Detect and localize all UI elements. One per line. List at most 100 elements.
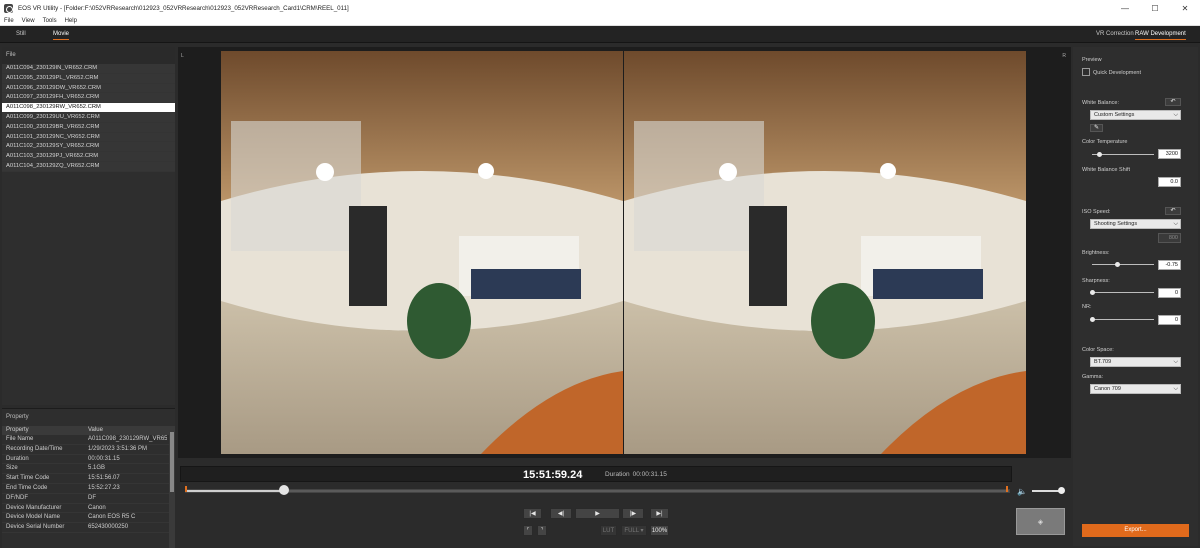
file-list-item[interactable]: A011C095_230129PL_VR652.CRM (2, 73, 175, 84)
white-balance-reset-icon[interactable]: ↶ (1165, 98, 1181, 106)
nr-handle[interactable] (1090, 317, 1095, 322)
file-list-item[interactable]: A011C100_230129BR_VR652.CRM (2, 122, 175, 133)
title-bar: EOS VR Utility - [Folder:F:\052VRResearc… (0, 0, 1200, 16)
lut-button[interactable]: LUT (600, 525, 617, 536)
sharpness-value[interactable]: 0 (1158, 288, 1181, 298)
property-row: Device Model Name Canon EOS R5 C (2, 513, 175, 524)
tab-still[interactable]: Still (16, 31, 26, 39)
iso-reset-icon[interactable]: ↶ (1165, 207, 1181, 215)
quick-development-checkbox[interactable] (1082, 68, 1090, 76)
color-temperature-value[interactable]: 3200 (1158, 149, 1181, 159)
vr-preview-button[interactable]: ◈ (1016, 508, 1065, 535)
nr-slider[interactable] (1092, 319, 1154, 320)
menu-view[interactable]: View (22, 18, 35, 24)
next-frame-button[interactable]: |▶ (622, 508, 644, 519)
right-eye-label: R (1062, 53, 1066, 59)
property-row: End Time Code 15:52:27.23 (2, 484, 175, 494)
vr-viewer[interactable]: L R (178, 47, 1071, 458)
seek-bar[interactable] (185, 489, 1010, 493)
tab-movie[interactable]: Movie (53, 31, 70, 40)
file-list-item[interactable]: A011C098_230129RW_VR652.CRM (2, 103, 175, 113)
property-value: 15:51:56.07 (88, 475, 120, 482)
duration-display: Duration 00:00:31.15 (605, 471, 667, 478)
preview-label: Preview (1082, 57, 1102, 63)
file-list-item[interactable]: A011C101_230129NC_VR652.CRM (2, 132, 175, 143)
menu-tools[interactable]: Tools (43, 18, 57, 24)
tab-raw-development[interactable]: RAW Development (1135, 31, 1186, 40)
file-list-item[interactable]: A011C102_230129SY_VR652.CRM (2, 142, 175, 153)
property-row: Recording Date/Time 1/29/2023 3:51:36 PM (2, 445, 175, 455)
chevron-down-icon: ⌵ (1173, 112, 1178, 118)
sharpness-slider[interactable] (1092, 292, 1154, 293)
out-point-marker[interactable] (1006, 486, 1008, 492)
property-key: Device Manufacturer (6, 504, 62, 511)
mode-tabs-bar: Still Movie VR Correction RAW Developmen… (0, 26, 1200, 43)
tab-vr-correction[interactable]: VR Correction (1096, 31, 1134, 39)
zoom-100-button[interactable]: 100% (650, 525, 669, 536)
white-balance-value: Custom Settings (1094, 112, 1135, 118)
file-panel-header: File (2, 47, 175, 64)
property-row: Size 5.1GB (2, 464, 175, 475)
iso-speed-select[interactable]: Shooting Settings ⌵ (1090, 219, 1181, 229)
seek-handle[interactable] (279, 485, 289, 495)
minimize-button[interactable]: — (1110, 0, 1140, 16)
brightness-handle[interactable] (1114, 262, 1120, 267)
color-temperature-handle[interactable] (1097, 152, 1103, 157)
property-row: Start Time Code 15:51:56.07 (2, 474, 175, 484)
volume-handle[interactable] (1057, 487, 1065, 494)
file-list-item[interactable]: A011C104_230129ZQ_VR652.CRM (2, 161, 175, 172)
go-to-last-frame-button[interactable]: ▶| (650, 508, 669, 519)
file-list-item[interactable]: A011C099_230129UU_VR652.CRM (2, 112, 175, 123)
nr-label: NR: (1082, 304, 1092, 310)
property-row: Duration 00:00:31.15 (2, 455, 175, 465)
chevron-down-icon: ⌵ (1173, 359, 1178, 365)
file-list-item[interactable]: A011C097_230129FH_VR652.CRM (2, 93, 175, 104)
color-space-select[interactable]: BT.709 ⌵ (1090, 357, 1181, 367)
white-balance-shift-label: White Balance Shift (1082, 167, 1130, 173)
property-row: Device Manufacturer Canon (2, 504, 175, 514)
property-value: 652430000250 (88, 524, 129, 531)
sharpness-label: Sharpness: (1082, 278, 1110, 284)
nr-value[interactable]: 0 (1158, 315, 1181, 325)
gamma-select[interactable]: Canon 709 ⌵ (1090, 384, 1181, 394)
file-list-item[interactable]: A011C096_230129DW_VR652.CRM (2, 83, 175, 94)
current-timecode: 15:51:59.24 (523, 469, 583, 481)
property-scrollbar[interactable] (169, 428, 175, 548)
seek-bar-played (186, 490, 285, 492)
play-button[interactable]: ▶ (575, 508, 620, 519)
maximize-button[interactable]: ☐ (1140, 0, 1170, 16)
brightness-slider[interactable] (1092, 264, 1154, 265)
eyedropper-icon[interactable]: ✎ (1090, 124, 1103, 132)
property-row: File Name A011C098_230129RW_VR652.C... (2, 435, 175, 445)
brightness-value[interactable]: -0.75 (1158, 260, 1181, 270)
full-resolution-dropdown[interactable]: FULL ▾ (621, 525, 647, 536)
property-col-header[interactable]: Property (2, 426, 84, 435)
white-balance-shift-value[interactable]: 0.0 (1158, 177, 1181, 187)
mark-in-button[interactable]: ⌜ (523, 525, 533, 536)
close-button[interactable]: ✕ (1170, 0, 1200, 16)
property-table: File Name A011C098_230129RW_VR652.C... Rec… (2, 435, 175, 533)
menu-file[interactable]: File (4, 18, 14, 24)
file-list-item[interactable]: A011C094_230129IN_VR652.CRM (2, 64, 175, 74)
window-title: EOS VR Utility - [Folder:F:\052VRResearc… (18, 4, 349, 12)
white-balance-select[interactable]: Custom Settings ⌵ (1090, 110, 1181, 120)
menu-bar: File View Tools Help (0, 16, 1200, 26)
mark-out-button[interactable]: ⌝ (537, 525, 547, 536)
previous-frame-button[interactable]: ◀| (550, 508, 572, 519)
gamma-label: Gamma: (1082, 374, 1104, 380)
duration-value: 00:00:31.15 (632, 471, 667, 478)
menu-help[interactable]: Help (65, 18, 77, 24)
iso-speed-value: Shooting Settings (1094, 221, 1138, 227)
file-list-item[interactable]: A011C103_230129PJ_VR652.CRM (2, 152, 175, 162)
quick-development-label: Quick Development (1093, 70, 1141, 76)
property-row: Device Serial Number 652430000250 (2, 523, 175, 533)
export-button[interactable]: Export... (1082, 524, 1189, 537)
volume-icon[interactable]: 🔈 (1017, 487, 1027, 496)
value-col-header[interactable]: Value (84, 426, 167, 435)
property-key: File Name (6, 436, 34, 442)
gamma-value: Canon 709 (1094, 386, 1121, 392)
go-to-first-frame-button[interactable]: |◀ (523, 508, 542, 519)
left-eye-label: L (181, 53, 184, 59)
sharpness-handle[interactable] (1090, 290, 1095, 295)
in-point-marker[interactable] (185, 486, 187, 492)
